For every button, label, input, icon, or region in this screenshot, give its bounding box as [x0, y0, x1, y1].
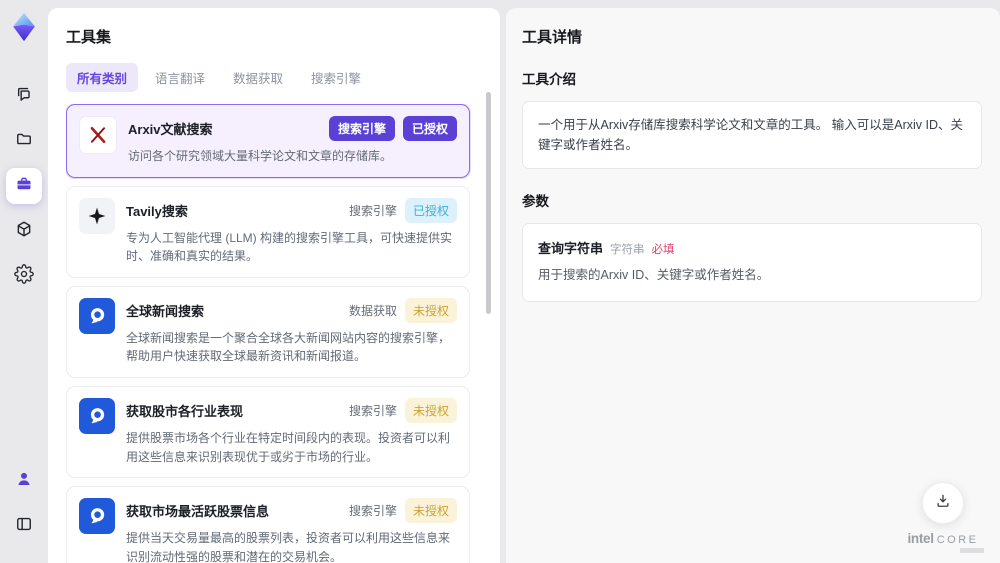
download-icon: [934, 492, 952, 515]
app-logo[interactable]: [7, 10, 41, 44]
user-icon: [14, 469, 34, 494]
params-section-title: 参数: [522, 194, 549, 209]
tool-name: 获取股市各行业表现: [126, 403, 244, 419]
folder-icon: [14, 129, 34, 154]
tool-card-body: 获取股市各行业表现 搜索引擎 未授权提供股票市场各个行业在特定时间段内的表现。投资者…: [126, 397, 457, 466]
gear-icon: [14, 263, 34, 289]
sidebar-item-files[interactable]: [6, 123, 42, 159]
sidebar-item-settings[interactable]: [6, 258, 42, 294]
category-tab-3[interactable]: 搜索引擎: [300, 63, 372, 92]
sidebar-item-user[interactable]: [6, 463, 42, 499]
cube-icon: [14, 219, 34, 244]
detail-title: 工具详情: [522, 29, 583, 46]
category-tab-1[interactable]: 语言翻译: [144, 63, 216, 92]
tool-auth-badge: 未授权: [404, 397, 457, 423]
panel-icon: [14, 514, 34, 539]
param-head: 查询字符串 字符串 必填: [538, 238, 966, 257]
tool-description: 全球新闻搜索是一个聚合全球各大新闻网站内容的搜索引擎，帮助用户快速获取全球最新资…: [126, 330, 451, 364]
sidebar-item-panel-toggle[interactable]: [6, 508, 42, 544]
q-icon: [79, 498, 115, 535]
tool-list: Arxiv文献搜索 搜索引擎 已授权 访问各个研究领域大量科学论文和文章的存储库。 Ta…: [66, 104, 484, 563]
list-scrollbar[interactable]: [486, 92, 491, 314]
q-icon: [79, 397, 115, 434]
tool-card-body: 全球新闻搜索 数据获取 未授权全球新闻搜索是一个聚合全球各大新闻网站内容的搜索引擎，…: [126, 297, 457, 366]
tool-auth-badge: 已授权: [402, 116, 457, 141]
tool-badges: 搜索引擎 未授权: [348, 498, 457, 524]
tool-auth-badge: 未授权: [404, 297, 457, 323]
tool-name: Tavily搜索: [126, 203, 188, 219]
tool-badges: 搜索引擎 已授权: [328, 116, 457, 141]
category-tabs: 所有类别 语言翻译 数据获取 搜索引擎: [66, 63, 484, 92]
sidebar-item-chat[interactable]: [6, 78, 42, 114]
tool-category-badge: 数据获取: [348, 303, 397, 318]
tool-auth-badge: 已授权: [404, 197, 457, 223]
param-box: 查询字符串 字符串 必填 用于搜索的Arxiv ID、关键字或作者姓名。: [522, 223, 982, 302]
param-desc: 用于搜索的Arxiv ID、关键字或作者姓名。: [538, 268, 770, 282]
tool-card[interactable]: 获取市场最活跃股票信息 搜索引擎 未授权提供当天交易量最高的股票列表，投资者可以利用…: [66, 486, 470, 563]
main-area: 工具集 所有类别 语言翻译 数据获取 搜索引擎 Arxiv文献搜索 搜索引擎 已授权 访问各…: [48, 8, 1000, 563]
intel-logo-subtext: [960, 548, 984, 553]
param-name: 查询字符串: [538, 241, 604, 256]
arxiv-icon: [79, 116, 117, 154]
tool-name: 全球新闻搜索: [126, 303, 205, 319]
tool-detail-panel: 工具详情 工具介绍 一个用于从Arxiv存储库搜索科学论文和文章的工具。 输入可…: [506, 8, 1000, 563]
tool-description: 专为人工智能代理 (LLM) 构建的搜索引擎工具，可快速提供实时、准确和真实的结…: [126, 230, 453, 264]
corner-widgets: intel CORE: [902, 482, 984, 553]
download-button[interactable]: [922, 482, 964, 524]
category-tab-0[interactable]: 所有类别: [66, 63, 139, 92]
tool-card[interactable]: 获取股市各行业表现 搜索引擎 未授权提供股票市场各个行业在特定时间段内的表现。投资者…: [66, 385, 470, 479]
tool-name: Arxiv文献搜索: [128, 122, 213, 137]
tool-description: 提供股票市场各个行业在特定时间段内的表现。投资者可以利用这些信息来识别表现优于或…: [126, 430, 451, 464]
tool-description: 提供当天交易量最高的股票列表，投资者可以利用这些信息来识别流动性强的股票和潜在的…: [126, 531, 451, 563]
sidebar-item-models[interactable]: [6, 213, 42, 249]
intel-core-logo: intel CORE: [907, 531, 979, 546]
tool-card[interactable]: Tavily搜索 搜索引擎 已授权专为人工智能代理 (LLM) 构建的搜索引擎工具，…: [66, 185, 470, 278]
tool-category-badge: 搜索引擎: [348, 403, 397, 418]
tools-panel: 工具集 所有类别 语言翻译 数据获取 搜索引擎 Arxiv文献搜索 搜索引擎 已授权 访问各…: [48, 8, 500, 563]
intro-text-box: 一个用于从Arxiv存储库搜索科学论文和文章的工具。 输入可以是Arxiv ID…: [522, 101, 982, 169]
tool-card[interactable]: 全球新闻搜索 数据获取 未授权全球新闻搜索是一个聚合全球各大新闻网站内容的搜索引擎，…: [66, 285, 470, 378]
app-sidebar: [0, 0, 48, 563]
star-icon: [79, 197, 115, 234]
briefcase-icon: [14, 174, 34, 199]
tool-auth-badge: 未授权: [404, 498, 457, 524]
param-required-badge: 必填: [651, 244, 675, 256]
tool-name: 获取市场最活跃股票信息: [126, 504, 270, 520]
param-type: 字符串: [610, 244, 645, 256]
chat-icon: [14, 84, 34, 109]
tool-badges: 搜索引擎 已授权: [348, 197, 457, 223]
tool-card[interactable]: Arxiv文献搜索 搜索引擎 已授权 访问各个研究领域大量科学论文和文章的存储库。: [66, 104, 470, 178]
sidebar-item-tools[interactable]: [6, 168, 42, 204]
tool-card-body: Tavily搜索 搜索引擎 已授权专为人工智能代理 (LLM) 构建的搜索引擎工具，…: [126, 197, 457, 266]
tool-description: 访问各个研究领域大量科学论文和文章的存储库。: [128, 149, 393, 163]
tool-category-badge: 搜索引擎: [348, 504, 397, 519]
tool-badges: 数据获取 未授权: [348, 297, 457, 323]
category-tab-2[interactable]: 数据获取: [222, 63, 294, 92]
tool-category-badge: 搜索引擎: [348, 203, 397, 218]
tool-badges: 搜索引擎 未授权: [348, 397, 457, 423]
tool-card-body: 获取市场最活跃股票信息 搜索引擎 未授权提供当天交易量最高的股票列表，投资者可以利用…: [126, 498, 457, 563]
intro-section-title: 工具介绍: [522, 72, 576, 87]
tool-card-body: Arxiv文献搜索 搜索引擎 已授权 访问各个研究领域大量科学论文和文章的存储库。: [128, 116, 457, 166]
q-icon: [79, 297, 115, 334]
page-title: 工具集: [66, 29, 112, 46]
tool-category-badge: 搜索引擎: [328, 116, 395, 141]
